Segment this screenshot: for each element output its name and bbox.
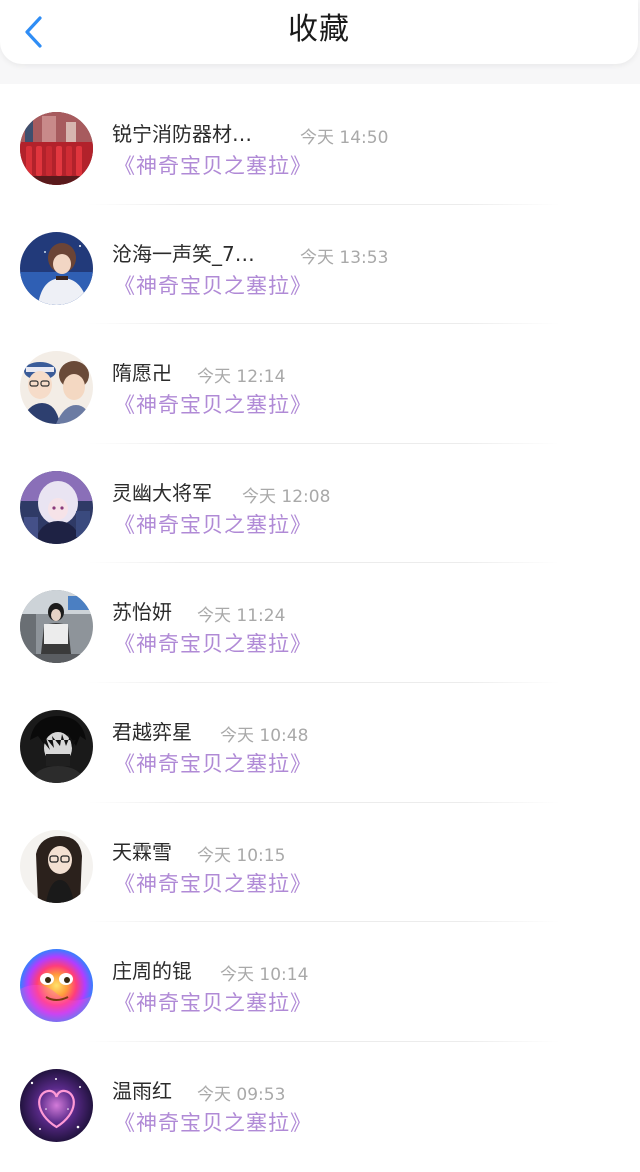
divider	[88, 1040, 560, 1042]
page-title: 收藏	[288, 12, 350, 47]
item-name: 天霖雪	[112, 839, 172, 864]
item-link[interactable]: 《神奇宝贝之塞拉》	[114, 628, 312, 658]
item-time: 今天 14:50	[300, 128, 389, 148]
anime-girl-white-hair-avatar[interactable]	[20, 470, 93, 544]
anime-girl-glasses-avatar[interactable]	[20, 829, 93, 903]
divider	[88, 801, 560, 803]
item-time: 今天 13:53	[300, 247, 389, 268]
item-link[interactable]: 《神奇宝贝之塞拉》	[114, 270, 312, 300]
list-item[interactable]: 灵幽大将军 今天 12:08 《神奇宝贝之塞拉》	[0, 442, 640, 563]
item-link[interactable]: 《神奇宝贝之塞拉》	[114, 868, 312, 898]
item-time: 今天 12:14	[197, 367, 286, 388]
item-time: 今天 10:15	[197, 845, 286, 866]
divider	[88, 203, 560, 205]
galaxy-heart-avatar[interactable]	[20, 1068, 93, 1142]
item-link[interactable]: 《神奇宝贝之塞拉》	[114, 150, 312, 180]
item-link[interactable]: 《神奇宝贝之塞拉》	[114, 1107, 312, 1137]
list-item[interactable]: 温雨红 今天 09:53 《神奇宝贝之塞拉》	[0, 1040, 640, 1161]
anime-two-boys-avatar[interactable]	[20, 351, 93, 425]
item-link[interactable]: 《神奇宝贝之塞拉》	[114, 748, 312, 778]
list-item[interactable]: 苏怡妍 今天 11:24 《神奇宝贝之塞拉》	[0, 562, 640, 682]
item-time: 今天 12:08	[242, 486, 331, 507]
list-item[interactable]: 锐宁消防器材… 今天 14:50 《神奇宝贝之塞拉》	[0, 84, 640, 204]
item-time: 今天 09:53	[197, 1084, 286, 1105]
divider	[88, 323, 560, 325]
divider	[88, 562, 560, 564]
item-time: 今天 11:24	[197, 606, 286, 627]
item-link[interactable]: 《神奇宝贝之塞拉》	[114, 987, 312, 1017]
top-bar: 收藏	[0, 0, 638, 64]
list-item[interactable]: 隋愿卍 今天 12:14 《神奇宝贝之塞拉》	[0, 323, 640, 443]
item-name: 庄周的锟	[112, 959, 192, 984]
item-name: 温雨红	[112, 1078, 172, 1103]
divider	[88, 681, 560, 683]
item-time: 今天 10:48	[220, 725, 309, 746]
list-item[interactable]: 天霖雪 今天 10:15 《神奇宝贝之塞拉》	[0, 801, 640, 922]
divider	[88, 442, 560, 444]
favorites-list: 锐宁消防器材… 今天 14:50 《神奇宝贝之塞拉》 沧海一声笑_7… 今天 1…	[0, 84, 640, 1172]
list-item[interactable]: 庄周的锟 今天 10:14 《神奇宝贝之塞拉》	[0, 921, 640, 1041]
anime-boy-night-sky-avatar[interactable]	[20, 231, 93, 305]
item-link[interactable]: 《神奇宝贝之塞拉》	[114, 509, 312, 539]
item-link[interactable]: 《神奇宝贝之塞拉》	[114, 389, 312, 419]
item-name: 沧海一声笑_7…	[112, 241, 255, 266]
fire-equipment-avatar[interactable]	[20, 112, 93, 185]
item-time: 今天 10:14	[220, 965, 309, 986]
item-name: 灵幽大将军	[112, 480, 212, 505]
list-item[interactable]: 沧海一声笑_7… 今天 13:53 《神奇宝贝之塞拉》	[0, 203, 640, 324]
rainbow-face-avatar[interactable]	[20, 949, 93, 1023]
manga-boy-monochrome-avatar[interactable]	[20, 709, 93, 783]
item-name: 锐宁消防器材…	[112, 122, 252, 146]
divider	[88, 921, 560, 923]
girl-street-photo-avatar[interactable]	[20, 590, 93, 664]
item-name: 君越弈星	[112, 719, 192, 744]
list-item[interactable]: 君越弈星 今天 10:48 《神奇宝贝之塞拉》	[0, 681, 640, 802]
item-name: 隋愿卍	[112, 361, 172, 386]
item-name: 苏怡妍	[112, 600, 172, 625]
